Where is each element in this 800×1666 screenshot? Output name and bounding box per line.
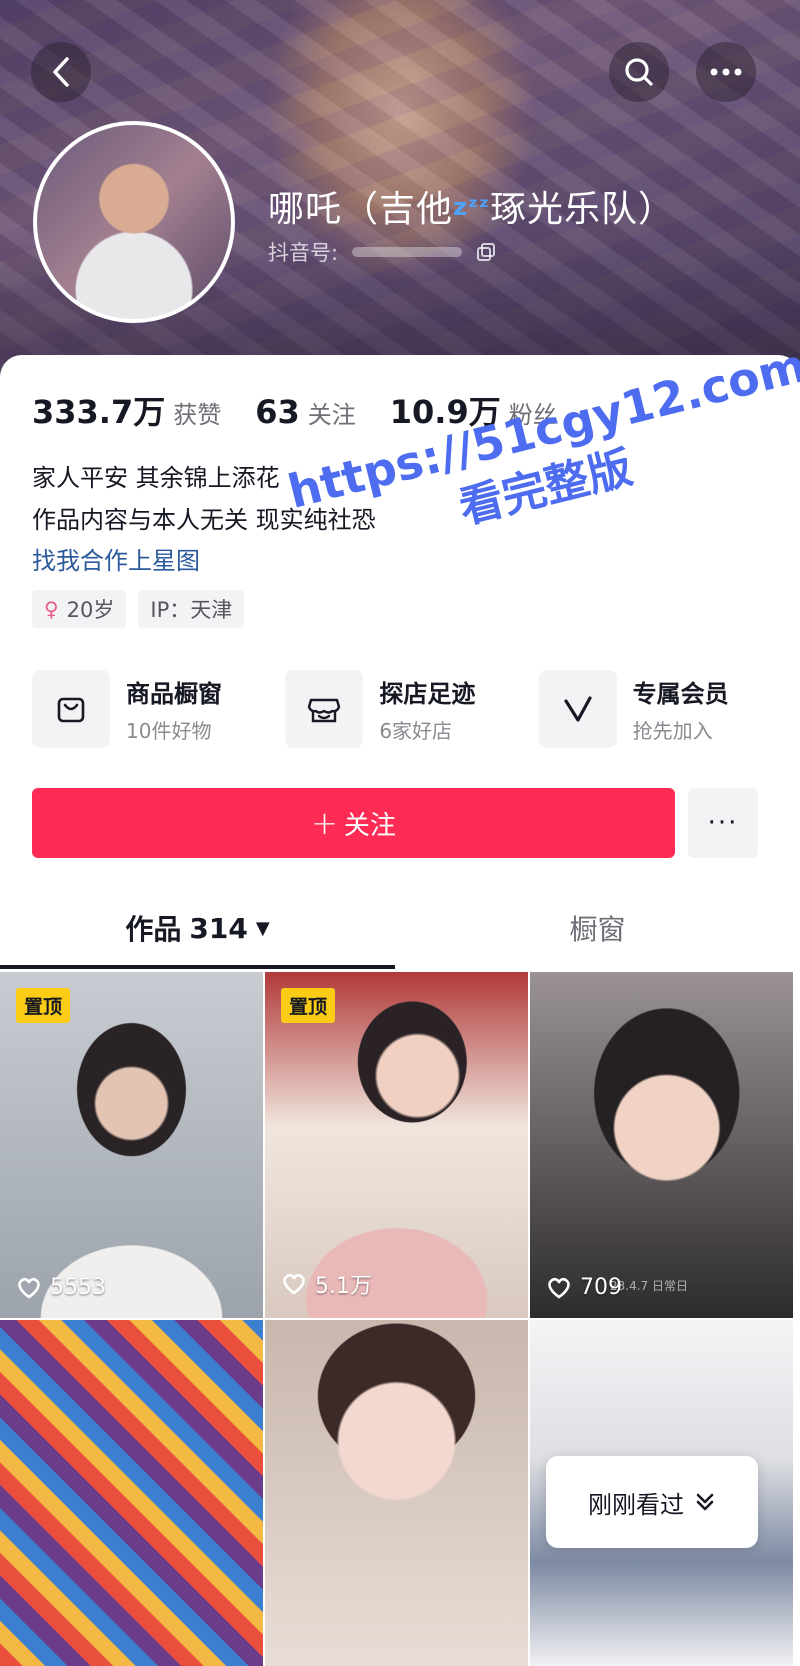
service-showcase[interactable]: 商品橱窗 10件好物 [32,670,285,748]
back-button[interactable] [31,42,91,102]
more-options-button[interactable] [696,42,756,102]
copy-icon[interactable] [476,242,496,262]
vip-v-icon [538,670,617,748]
content-tabs: 作品 314 ▼ 橱窗 [0,900,800,970]
ip-location-tag: IP：天津 [138,590,245,628]
service-entries: 商品橱窗 10件好物 探店足迹 6家好店 专属会员 抢先加入 [32,670,792,748]
shop-icon [285,670,364,748]
like-count: 5553 [16,1275,106,1300]
double-chevron-down-icon [696,1493,714,1511]
more-dots-icon: ··· [707,808,739,838]
search-icon [625,58,653,86]
zzz-emoji: zᶻᶻ [453,193,491,221]
caret-down-icon: ▼ [255,917,270,939]
recently-viewed-button[interactable]: 刚刚看过 [546,1456,758,1548]
video-tile[interactable] [0,1320,263,1666]
pinned-badge: 置顶 [16,988,71,1023]
star-map-link[interactable]: 找我合作上星图 [32,541,200,576]
more-dots-icon [710,68,742,76]
douyin-id-value-blurred [352,247,463,257]
tab-works[interactable]: 作品 314 ▼ [0,908,395,948]
stat-likes[interactable]: 333.7万 获赞 [32,387,221,433]
bio: 家人平安 其余锦上添花 作品内容与本人无关 现实纯社恐 [32,457,376,541]
video-tile[interactable]: 置顶 5.1万 [265,972,528,1318]
pinned-badge: 置顶 [281,988,336,1023]
plus-icon: + [311,804,338,842]
follow-button[interactable]: + 关注 [32,788,675,858]
follow-more-button[interactable]: ··· [688,788,758,858]
photo-date-stamp: 23.4.7 日常日 [610,1279,688,1293]
stat-following[interactable]: 63 关注 [255,393,356,431]
douyin-id: 抖音号: [268,237,496,267]
search-button[interactable] [609,42,669,102]
heart-icon [548,1277,570,1298]
video-tile[interactable]: 置顶 5553 [0,972,263,1318]
tab-showcase[interactable]: 橱窗 [395,908,800,948]
female-gender-icon: ♀ [44,597,59,621]
avatar[interactable] [33,121,235,323]
like-count: 5.1万 [281,1268,372,1300]
service-store-visits[interactable]: 探店足迹 6家好店 [285,670,538,748]
video-tile[interactable] [265,1320,528,1666]
bio-line: 家人平安 其余锦上添花 [32,464,280,492]
age-tag: ♀ 20岁 [32,590,127,628]
profile-name: 哪吒（吉他zᶻᶻ琢光乐队） [268,189,676,230]
bio-line: 作品内容与本人无关 现实纯社恐 [32,506,376,534]
active-tab-indicator [0,965,395,969]
chevron-left-icon [53,57,69,87]
heart-icon [18,1277,40,1298]
service-membership[interactable]: 专属会员 抢先加入 [538,670,792,748]
shopping-bag-icon [32,670,110,748]
video-tile[interactable]: 709 23.4.7 日常日 [530,972,793,1318]
stat-followers[interactable]: 10.9万 粉丝 [390,387,557,433]
profile-tags: ♀ 20岁 IP：天津 [32,590,245,628]
profile-stats: 333.7万 获赞 63 关注 10.9万 粉丝 [32,387,591,433]
heart-icon [283,1273,305,1295]
